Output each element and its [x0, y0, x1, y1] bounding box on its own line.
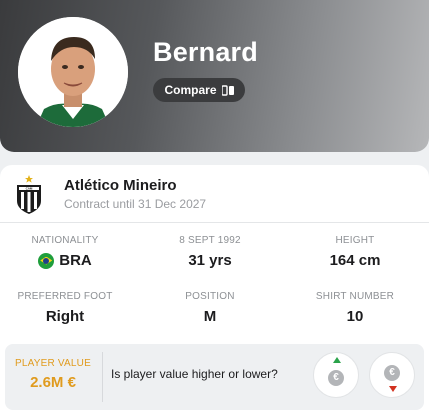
- player-name: Bernard: [153, 37, 258, 67]
- stat-age-value: 31 yrs: [188, 252, 232, 269]
- stat-height-value: 164 cm: [329, 252, 381, 269]
- player-value-label: PLAYER VALUE: [15, 358, 91, 369]
- player-value-panel: PLAYER VALUE 2.6M € Is player value high…: [5, 344, 424, 410]
- stat-birthdate-label: 8 SEPT 1992: [179, 235, 241, 246]
- stat-position-value: M: [203, 308, 217, 325]
- value-higher-icon: €: [328, 370, 344, 386]
- stat-preferred-foot: PREFERRED FOOT Right: [5, 291, 125, 325]
- value-lower-icon: €: [384, 365, 400, 381]
- stat-shirt-number-value: 10: [346, 308, 364, 325]
- arrow-down-icon: [389, 386, 397, 392]
- compare-icon: [221, 84, 234, 96]
- stat-preferred-foot-label: PREFERRED FOOT: [17, 291, 113, 302]
- stat-height: HEIGHT 164 cm: [295, 235, 415, 269]
- compare-button[interactable]: Compare: [153, 78, 245, 102]
- stat-height-label: HEIGHT: [335, 235, 375, 246]
- stat-nationality-value: BRA: [59, 252, 92, 269]
- team-name[interactable]: Atlético Mineiro: [64, 177, 177, 194]
- vote-higher-button[interactable]: €: [313, 352, 359, 398]
- stat-age: 8 SEPT 1992 31 yrs: [150, 235, 270, 269]
- player-avatar: [18, 17, 128, 127]
- stat-shirt-number-label: SHIRT NUMBER: [315, 291, 395, 302]
- atletico-mineiro-crest-icon: CAM: [17, 175, 41, 214]
- player-page: Bernard Compare CAM Atlético Mineiro Con…: [0, 0, 429, 418]
- stat-nationality: NATIONALITY BRA: [5, 235, 125, 269]
- vote-lower-button[interactable]: €: [369, 352, 415, 398]
- player-photo-icon: [18, 17, 128, 127]
- stat-nationality-label: NATIONALITY: [31, 235, 99, 246]
- stat-position: POSITION M: [150, 291, 270, 325]
- player-value-question: Is player value higher or lower?: [111, 367, 278, 381]
- player-info-card: CAM Atlético Mineiro Contract until 31 D…: [0, 165, 429, 418]
- stat-position-label: POSITION: [185, 291, 235, 302]
- card-divider: [0, 222, 429, 223]
- stat-nationality-value-wrap: BRA: [5, 252, 125, 269]
- stat-preferred-foot-value: Right: [45, 308, 85, 325]
- svg-text:CAM: CAM: [26, 187, 33, 191]
- brazil-flag-icon: [38, 252, 55, 269]
- player-value-separator: [102, 352, 103, 402]
- compare-button-label: Compare: [164, 83, 217, 97]
- player-value-amount: 2.6M €: [30, 374, 76, 391]
- player-header: Bernard Compare: [0, 0, 429, 152]
- contract-text: Contract until 31 Dec 2027: [64, 197, 207, 211]
- stat-shirt-number: SHIRT NUMBER 10: [295, 291, 415, 325]
- arrow-up-icon: [333, 357, 341, 363]
